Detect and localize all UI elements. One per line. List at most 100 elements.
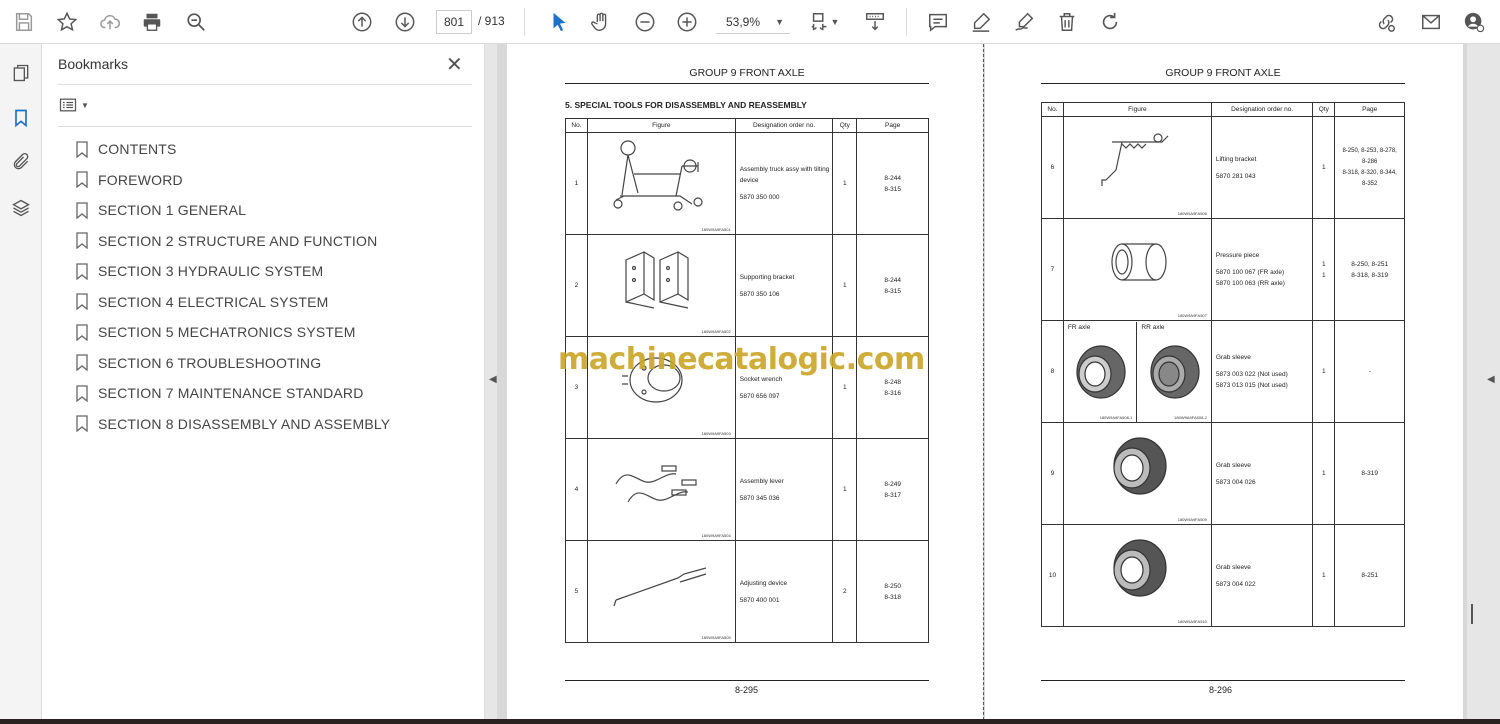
bookmark-item-section-2[interactable]: SECTION 2 STRUCTURE AND FUNCTION <box>76 226 390 257</box>
collapse-panel-left-icon[interactable]: ◀ <box>489 374 497 385</box>
layers-icon[interactable] <box>9 196 33 220</box>
bookmark-icon <box>76 415 88 433</box>
bookmark-item-section-8[interactable]: SECTION 8 DISASSEMBLY AND ASSEMBLY <box>76 409 390 440</box>
page-number-label: 8-296 <box>1209 685 1233 695</box>
row-number: 1 <box>565 132 588 235</box>
print-icon[interactable] <box>139 9 165 35</box>
bookmark-icon <box>76 385 88 402</box>
bookmark-label: CONTENTS <box>98 141 177 158</box>
panel-divider <box>58 126 472 127</box>
bookmark-item-section-6[interactable]: SECTION 6 TROUBLESHOOTING <box>76 348 390 379</box>
bookmark-label: SECTION 7 MAINTENANCE STANDARD <box>98 385 364 402</box>
scroll-mode-icon[interactable] <box>862 9 888 35</box>
bookmark-label: SECTION 1 GENERAL <box>98 202 247 219</box>
bookmarks-panel-icon[interactable] <box>9 106 33 130</box>
tool-name: Assembly lever <box>739 477 784 485</box>
bookmark-label: SECTION 2 STRUCTURE AND FUNCTION <box>98 232 378 249</box>
account-icon[interactable] <box>1461 9 1487 35</box>
section-title: 5. SPECIAL TOOLS FOR DISASSEMBLY AND REA… <box>565 100 807 110</box>
bookmark-label: SECTION 5 MECHATRONICS SYSTEM <box>98 324 356 341</box>
list-options-icon <box>59 98 77 112</box>
page-references: 8-319 <box>1334 422 1405 525</box>
page-references: 8-251 <box>1334 524 1405 627</box>
email-icon[interactable] <box>1418 9 1444 35</box>
bookmark-item-section-3[interactable]: SECTION 3 HYDRAULIC SYSTEM <box>76 256 390 287</box>
draw-sign-icon[interactable] <box>1011 9 1037 35</box>
chevron-down-icon: ▼ <box>81 100 89 110</box>
row-number: 5 <box>565 540 588 643</box>
special-tools-table: No. Figure Designation order no. Qty Pag… <box>565 118 929 643</box>
tool-name: Supporting bracket <box>739 273 795 281</box>
bookmark-item-section-4[interactable]: SECTION 4 ELECTRICAL SYSTEM <box>76 287 390 318</box>
cloud-upload-icon[interactable] <box>97 9 123 35</box>
zoom-in-icon[interactable] <box>674 9 700 35</box>
table-row: 6 180W9A9FA506 Lifting bracket 5870 281 0… <box>1041 116 1405 219</box>
comment-icon[interactable] <box>925 9 951 35</box>
quantity: 1 <box>832 234 858 337</box>
delete-trash-icon[interactable] <box>1054 9 1080 35</box>
page-references: 8-250 8-318 <box>856 540 929 643</box>
bookmark-icon <box>76 293 88 311</box>
panel-title: Bookmarks <box>58 56 129 72</box>
select-cursor-icon[interactable] <box>546 9 572 35</box>
bookmark-icon <box>76 354 88 372</box>
bookmark-item-section-5[interactable]: SECTION 5 MECHATRONICS SYSTEM <box>76 317 390 348</box>
page-thumbnails-icon[interactable] <box>9 61 33 85</box>
bookmark-item-section-1[interactable]: SECTION 1 GENERAL <box>76 195 390 226</box>
highlight-pen-icon[interactable] <box>968 9 994 35</box>
table-row: 5 180W9A9FA505 Adjusting device 5870 400 … <box>565 540 929 643</box>
bookmark-icon <box>76 171 88 189</box>
fit-dropdown-chevron-icon[interactable]: ▼ <box>828 9 842 35</box>
document-view[interactable]: GROUP 9 FRONT AXLE 5. SPECIAL TOOLS FOR … <box>497 44 1467 720</box>
collapse-panel-right-icon[interactable]: ◀ <box>1487 374 1495 385</box>
scrollbar-thumb[interactable] <box>1471 604 1473 624</box>
navigation-rail <box>0 44 42 724</box>
row-number: 6 <box>1041 116 1064 219</box>
footer-rule <box>565 680 929 681</box>
row-number: 4 <box>565 438 588 541</box>
bookmark-item-contents[interactable]: CONTENTS <box>76 134 390 165</box>
tool-name: Grab sleeve <box>1215 563 1251 571</box>
hand-tool-icon[interactable] <box>588 9 614 35</box>
zoom-value: 53,9% <box>726 15 761 29</box>
save-icon[interactable] <box>11 9 37 35</box>
tool-name: Grab sleeve <box>1215 354 1251 361</box>
column-header-designation: Designation order no. <box>734 118 834 133</box>
order-number: 5870 400 001 <box>739 596 780 604</box>
previous-page-icon[interactable] <box>349 9 375 35</box>
group-title: GROUP 9 FRONT AXLE <box>1165 67 1281 79</box>
column-header-page: Page <box>1334 102 1405 117</box>
grab-sleeve-illustration: 180W9A9FA510 <box>1064 526 1211 626</box>
main-toolbar: 801 / 913 53,9% ▼ ▼ <box>0 0 1500 44</box>
tool-name: Grab sleeve <box>1215 461 1251 469</box>
zoom-select[interactable]: 53,9% ▼ <box>716 10 790 34</box>
star-icon[interactable] <box>54 9 80 35</box>
bookmark-label: SECTION 3 HYDRAULIC SYSTEM <box>98 263 324 280</box>
table-row: 8 FR axle 180W9A9FA508-1 RR axle 180W9A9… <box>1041 320 1405 423</box>
bookmark-item-foreword[interactable]: FOREWORD <box>76 165 390 196</box>
bookmark-item-section-7[interactable]: SECTION 7 MAINTENANCE STANDARD <box>76 378 390 409</box>
next-page-icon[interactable] <box>392 9 418 35</box>
zoom-out-icon[interactable] <box>632 9 658 35</box>
quantity: 2 <box>832 540 858 643</box>
order-number: 5870 100 067 (FR axle) 5870 100 063 (RR … <box>1215 269 1285 287</box>
share-link-icon[interactable] <box>1373 9 1399 35</box>
order-number: 5870 281 043 <box>1215 172 1256 180</box>
page-number-input[interactable]: 801 <box>436 10 472 34</box>
figure-code: 180W9A9FA505 <box>701 634 731 640</box>
chevron-down-icon: ▼ <box>775 17 784 27</box>
bookmark-options-button[interactable]: ▼ <box>58 94 92 116</box>
table-row: 10 180W9A9FA510 Grab sleeve 5873 004 022 … <box>1041 524 1405 627</box>
attachments-icon[interactable] <box>9 150 33 174</box>
redo-icon[interactable] <box>1097 9 1123 35</box>
close-icon[interactable]: ✕ <box>446 52 463 77</box>
zoom-search-icon[interactable] <box>183 9 209 35</box>
tool-name: Lifting bracket <box>1215 155 1257 163</box>
page-references: - <box>1334 320 1405 423</box>
quantity: 1 <box>1312 524 1336 627</box>
figure-code: 180W9A9FA507 <box>1177 312 1207 318</box>
bookmark-label: SECTION 8 DISASSEMBLY AND ASSEMBLY <box>98 415 391 432</box>
bookmark-label: SECTION 4 ELECTRICAL SYSTEM <box>98 293 329 310</box>
watermark-text: machinecatalogic.com <box>558 342 925 377</box>
column-header-figure: Figure <box>586 118 736 133</box>
